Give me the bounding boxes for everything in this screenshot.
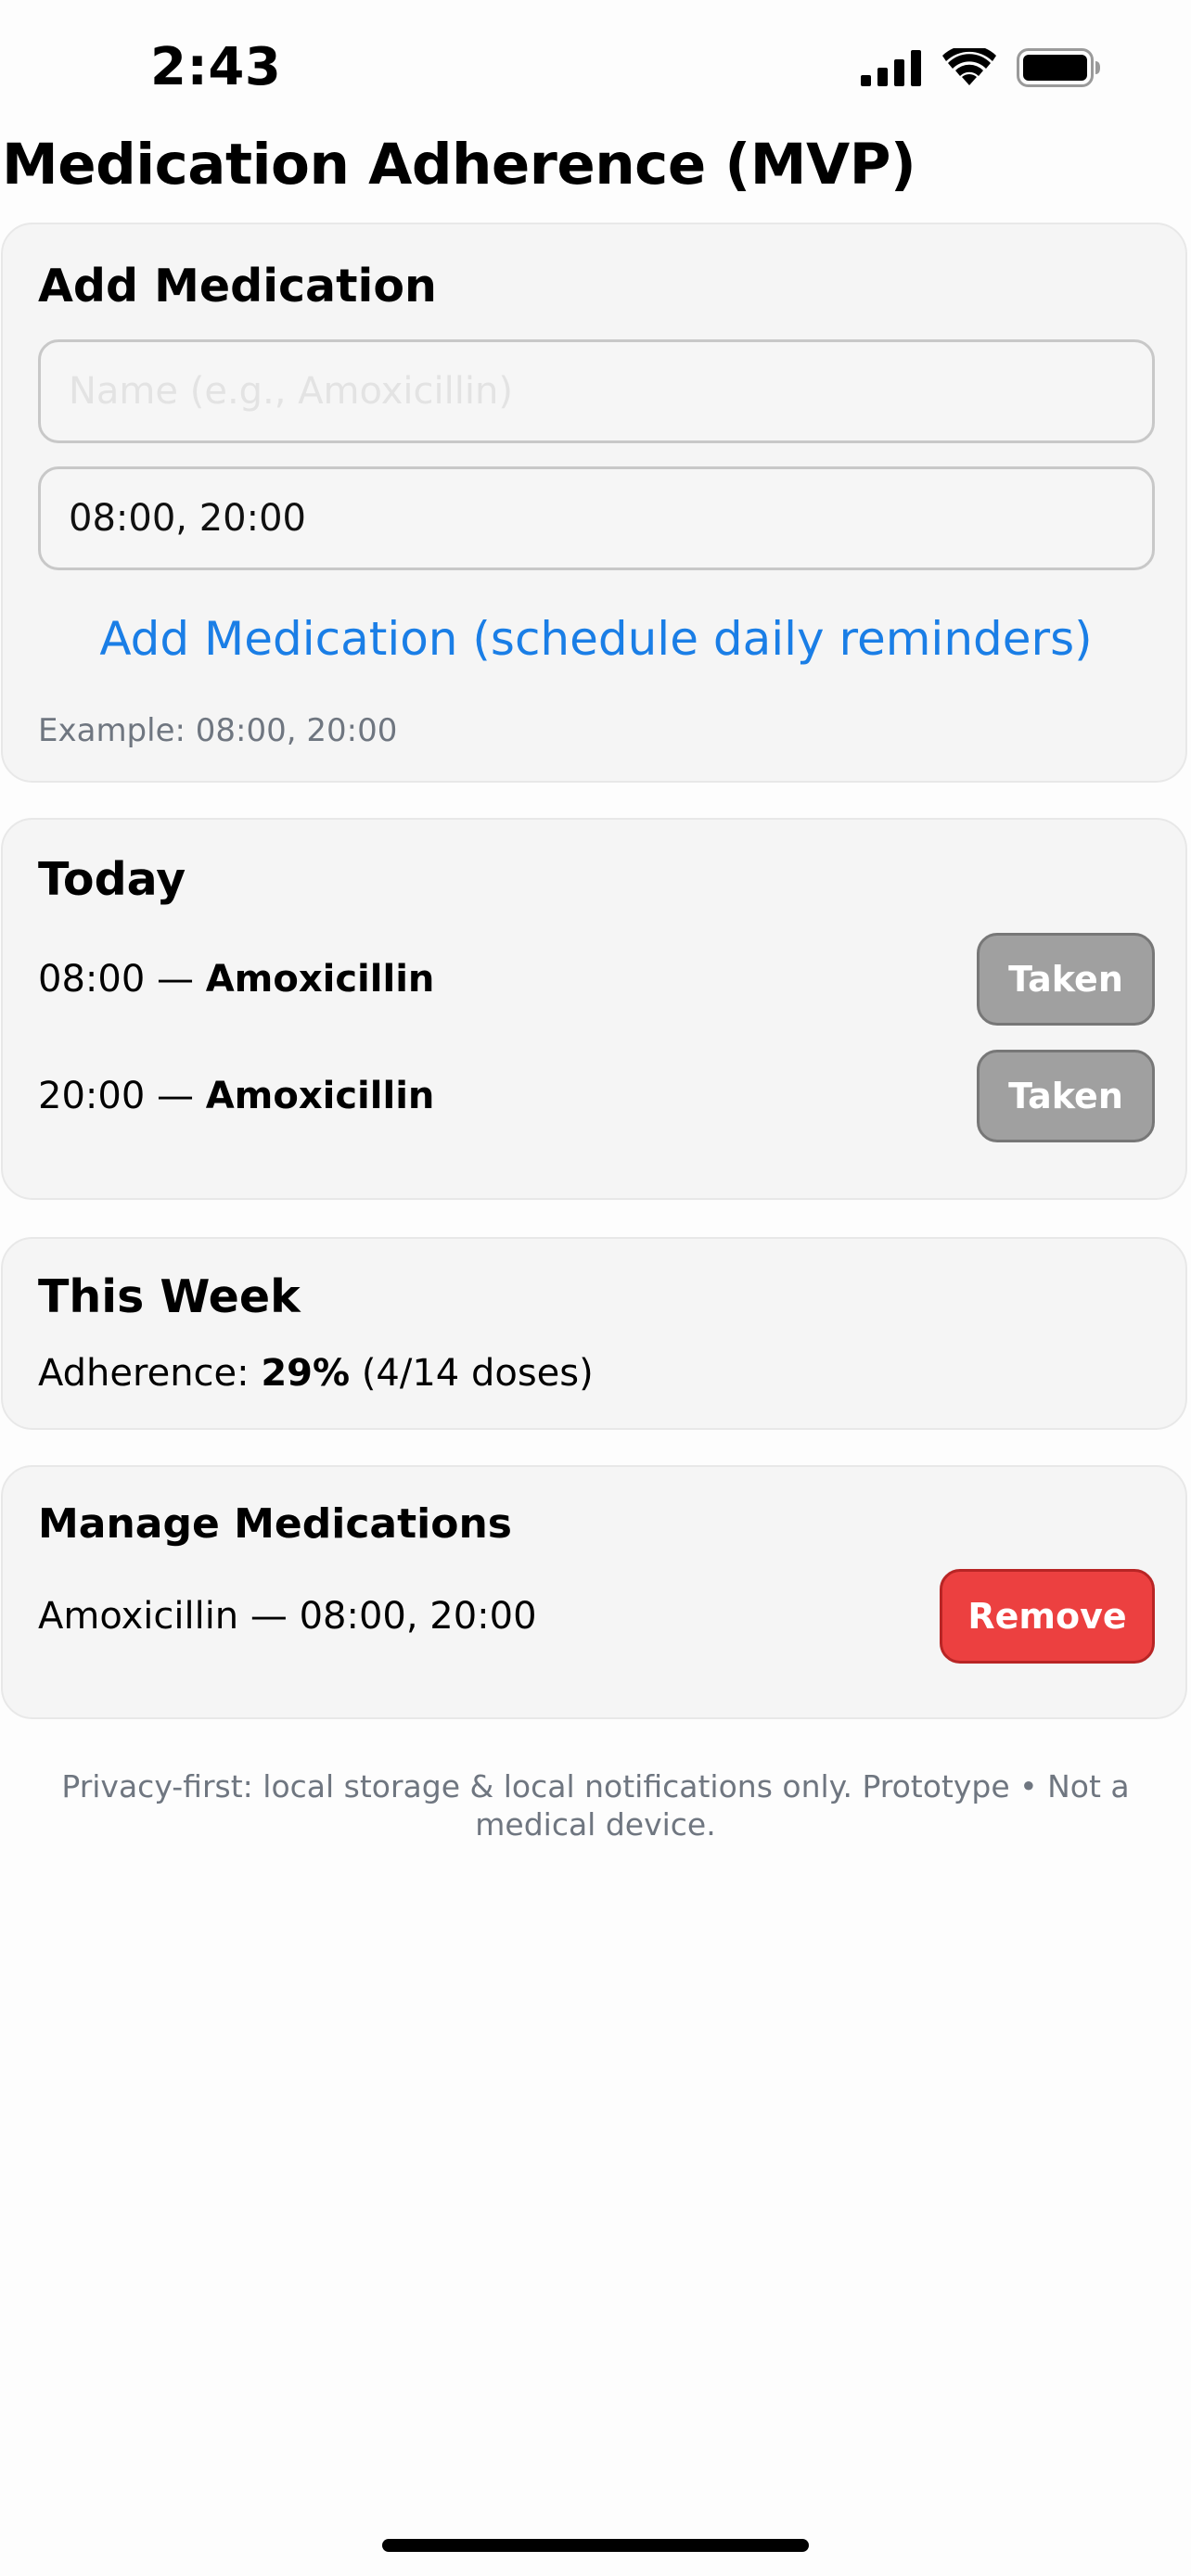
adherence-percent: 29% xyxy=(261,1352,351,1395)
taken-button[interactable]: Taken xyxy=(977,933,1155,1026)
today-title: Today xyxy=(38,853,186,906)
status-bar: 2:43 xyxy=(0,0,1191,139)
times-example-hint: Example: 08:00, 20:00 xyxy=(38,712,398,749)
status-time: 2:43 xyxy=(150,37,282,97)
taken-button[interactable]: Taken xyxy=(977,1050,1155,1142)
this-week-title: This Week xyxy=(38,1270,301,1323)
dose-label: 20:00 — Amoxicillin xyxy=(38,1075,434,1117)
today-card: Today 08:00 — Amoxicillin Taken 20:00 — … xyxy=(1,818,1187,1200)
adherence-detail: (4/14 doses) xyxy=(361,1352,594,1395)
manage-medications-title: Manage Medications xyxy=(38,1500,512,1548)
dose-time: 20:00 xyxy=(38,1075,146,1117)
battery-icon xyxy=(1017,48,1100,87)
dose-medication: Amoxicillin xyxy=(205,1075,435,1117)
dose-label: 08:00 — Amoxicillin xyxy=(38,958,434,1001)
dose-medication: Amoxicillin xyxy=(205,958,435,1001)
adherence-label: Adherence: xyxy=(38,1352,250,1395)
remove-button[interactable]: Remove xyxy=(940,1569,1155,1664)
app-screen: 2:43 Medication Adherence (MVP) Add Medi… xyxy=(0,0,1191,2576)
cellular-signal-icon xyxy=(861,49,922,86)
add-medication-button[interactable]: Add Medication (schedule daily reminders… xyxy=(3,612,1189,666)
add-medication-card: Add Medication Add Medication (schedule … xyxy=(1,223,1187,783)
status-icons xyxy=(861,48,1100,87)
page-title: Medication Adherence (MVP) xyxy=(2,132,916,198)
medication-name-input[interactable] xyxy=(38,339,1155,443)
privacy-disclaimer: Privacy-first: local storage & local not… xyxy=(61,1768,1130,1843)
dose-time: 08:00 xyxy=(38,958,146,1001)
medication-schedule-label: Amoxicillin — 08:00, 20:00 xyxy=(38,1595,537,1638)
dose-row: 20:00 — Amoxicillin Taken xyxy=(38,1050,1155,1142)
add-medication-title: Add Medication xyxy=(38,260,437,312)
manage-medications-card: Manage Medications Amoxicillin — 08:00, … xyxy=(1,1465,1187,1719)
dose-times-input[interactable] xyxy=(38,466,1155,570)
dose-row: 08:00 — Amoxicillin Taken xyxy=(38,933,1155,1026)
adherence-summary: Adherence: 29% (4/14 doses) xyxy=(38,1352,594,1395)
this-week-card: This Week Adherence: 29% (4/14 doses) xyxy=(1,1237,1187,1430)
home-indicator[interactable] xyxy=(382,2539,809,2552)
dose-separator: — xyxy=(157,958,194,1001)
wifi-icon xyxy=(942,48,996,87)
medication-list-item: Amoxicillin — 08:00, 20:00 Remove xyxy=(38,1569,1155,1664)
dose-separator: — xyxy=(157,1075,194,1117)
